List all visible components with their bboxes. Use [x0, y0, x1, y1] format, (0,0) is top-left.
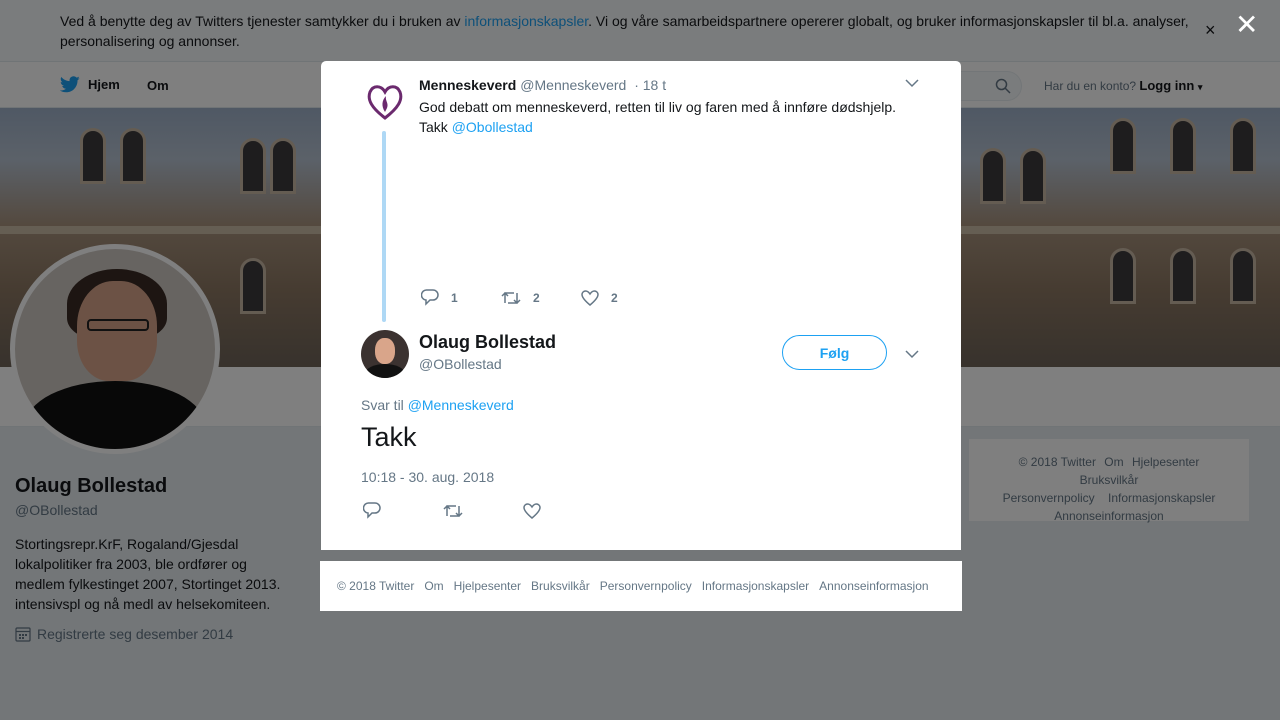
main-tweet-author[interactable]: Olaug Bollestad: [419, 332, 556, 353]
heart-flame-logo-icon: [367, 85, 403, 120]
reply-icon: [363, 502, 381, 519]
follow-button[interactable]: Følg: [782, 335, 887, 370]
parent-tweet-time[interactable]: · 18 t: [634, 77, 666, 93]
parent-tweet-actions: 1 2 2: [421, 289, 661, 306]
main-tweet-avatar[interactable]: [361, 330, 409, 378]
main-tweet-timestamp[interactable]: 10:18 - 30. aug. 2018: [361, 469, 494, 485]
heart-icon: [523, 502, 541, 519]
heart-icon: [581, 289, 599, 306]
like-button[interactable]: 2: [581, 289, 661, 306]
parent-tweet-avatar[interactable]: [361, 77, 409, 125]
reply-mention-link[interactable]: @Menneskeverd: [408, 397, 514, 413]
like-button[interactable]: [523, 502, 603, 519]
retweet-button[interactable]: [443, 502, 523, 519]
avatar-face: [375, 338, 395, 364]
parent-tweet-header: Menneskeverd @Menneskeverd · 18 t: [419, 77, 666, 93]
reply-prefix: Svar til: [361, 397, 408, 413]
retweet-count: 2: [533, 290, 540, 305]
footer-copyright: © 2018 Twitter: [337, 579, 415, 593]
reply-context: Svar til @Menneskeverd: [361, 397, 514, 413]
retweet-button[interactable]: 2: [501, 290, 581, 306]
footer-link-ads[interactable]: Annonseinformasjon: [819, 579, 928, 593]
tweet-modal: Menneskeverd @Menneskeverd · 18 t God deb…: [321, 61, 961, 550]
footer-link-cookies[interactable]: Informasjonskapsler: [702, 579, 809, 593]
reply-button[interactable]: 1: [421, 289, 501, 306]
main-tweet-handle[interactable]: @OBollestad: [419, 356, 502, 372]
mention-link[interactable]: @Obollestad: [452, 119, 533, 135]
parent-tweet-author[interactable]: Menneskeverd: [419, 77, 516, 93]
main-tweet-text: Takk: [361, 422, 417, 452]
modal-footer: © 2018 Twitter Om Hjelpesenter Bruksvilk…: [320, 561, 962, 611]
footer-link-help[interactable]: Hjelpesenter: [454, 579, 521, 593]
reply-button[interactable]: [363, 502, 443, 519]
footer-link-terms[interactable]: Bruksvilkår: [531, 579, 590, 593]
parent-tweet-text: God debatt om menneskeverd, retten til l…: [419, 97, 919, 137]
footer-link-about[interactable]: Om: [424, 579, 443, 593]
thread-line: [382, 131, 386, 322]
retweet-icon: [443, 504, 463, 517]
chevron-down-icon[interactable]: [905, 346, 919, 362]
footer-link-privacy[interactable]: Personvernpolicy: [600, 579, 692, 593]
chevron-down-icon[interactable]: [905, 75, 919, 91]
like-count: 2: [611, 290, 618, 305]
close-modal-icon[interactable]: ✕: [1235, 11, 1258, 39]
main-tweet-actions: [363, 502, 603, 519]
avatar-body: [365, 364, 405, 378]
reply-icon: [421, 289, 439, 306]
parent-tweet-handle[interactable]: @Menneskeverd: [520, 77, 626, 93]
retweet-icon: [501, 291, 521, 304]
reply-count: 1: [451, 290, 458, 305]
